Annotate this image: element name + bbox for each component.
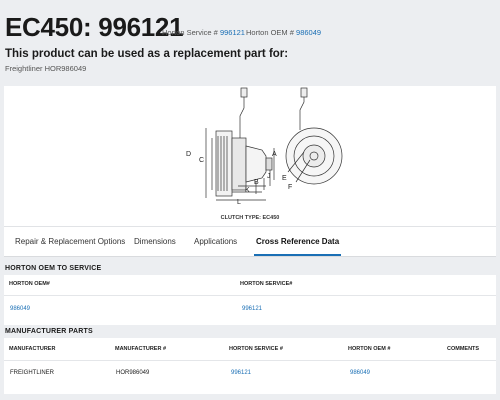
- tab-repair-replacement[interactable]: Repair & Replacement Options: [15, 227, 125, 256]
- product-header: EC450: 996121 Horton Service # 996121 Ho…: [0, 0, 500, 86]
- dim-label-b: B: [254, 179, 259, 186]
- col-manufacturer: MANUFACTURER: [9, 346, 56, 352]
- dim-label-d: D: [186, 151, 191, 158]
- table-divider: [4, 360, 496, 361]
- dim-label-a: A: [272, 151, 277, 158]
- replacement-part-text: Freightliner HOR986049: [5, 64, 87, 73]
- manufacturer-name: FREIGHTLINER: [10, 370, 55, 376]
- table-divider: [4, 295, 496, 296]
- dim-label-c: C: [199, 157, 204, 164]
- clutch-diagram: D C A J B K L E F: [186, 87, 343, 206]
- col-horton-service-number: HORTON SERVICE #: [229, 346, 283, 352]
- horton-oem-link[interactable]: 986049: [296, 28, 321, 37]
- product-diagram-card: D C A J B K L E F CLUTCH TYPE: EC450: [4, 86, 496, 226]
- horton-oem-meta: Horton OEM # 986049: [246, 28, 321, 37]
- horton-service-number-link[interactable]: 996121: [231, 370, 251, 376]
- col-horton-oem-number: HORTON OEM #: [348, 346, 391, 352]
- horton-service-link[interactable]: 996121: [220, 28, 245, 37]
- horton-service-meta: Horton Service # 996121: [162, 28, 245, 37]
- oem-to-service-table: HORTON OEM# HORTON SERVICE# 986049 99612…: [4, 275, 496, 325]
- horton-service-label: Horton Service #: [162, 28, 218, 37]
- tab-dimensions[interactable]: Dimensions: [134, 227, 176, 256]
- manufacturer-parts-title: MANUFACTURER PARTS: [5, 328, 93, 335]
- replacement-heading: This product can be used as a replacemen…: [5, 48, 289, 60]
- horton-oem-label: Horton OEM #: [246, 28, 294, 37]
- dim-label-k: K: [245, 187, 250, 194]
- col-comments: COMMENTS: [447, 346, 480, 352]
- oem-to-service-title: HORTON OEM TO SERVICE: [5, 265, 102, 272]
- dim-label-e: E: [282, 175, 287, 182]
- page-title: EC450: 996121: [5, 12, 184, 42]
- clutch-side-shaft: [265, 157, 273, 171]
- product-tabs: Repair & Replacement Options Dimensions …: [4, 226, 496, 257]
- clutch-side-housing: [231, 137, 247, 191]
- diagram-caption: CLUTCH TYPE: EC450: [220, 215, 280, 221]
- col-horton-oem: HORTON OEM#: [9, 281, 50, 287]
- manufacturer-parts-table: MANUFACTURER MANUFACTURER # HORTON SERVI…: [4, 338, 496, 394]
- service-number-link[interactable]: 996121: [242, 306, 262, 312]
- front-connector: [300, 87, 308, 98]
- dim-label-j: J: [267, 173, 271, 180]
- horton-oem-number-link[interactable]: 986049: [350, 370, 370, 376]
- dim-label-l: L: [237, 199, 241, 206]
- oem-number-link[interactable]: 986049: [10, 306, 30, 312]
- tab-cross-reference[interactable]: Cross Reference Data: [253, 227, 342, 256]
- side-connector: [240, 87, 248, 98]
- clutch-front-hub: [302, 144, 326, 168]
- dim-label-f: F: [288, 184, 292, 191]
- col-manufacturer-number: MANUFACTURER #: [115, 346, 167, 352]
- clutch-side-hub: [245, 145, 267, 183]
- manufacturer-part-number: HOR986049: [116, 370, 150, 376]
- col-horton-service: HORTON SERVICE#: [240, 281, 293, 287]
- tab-applications[interactable]: Applications: [194, 227, 237, 256]
